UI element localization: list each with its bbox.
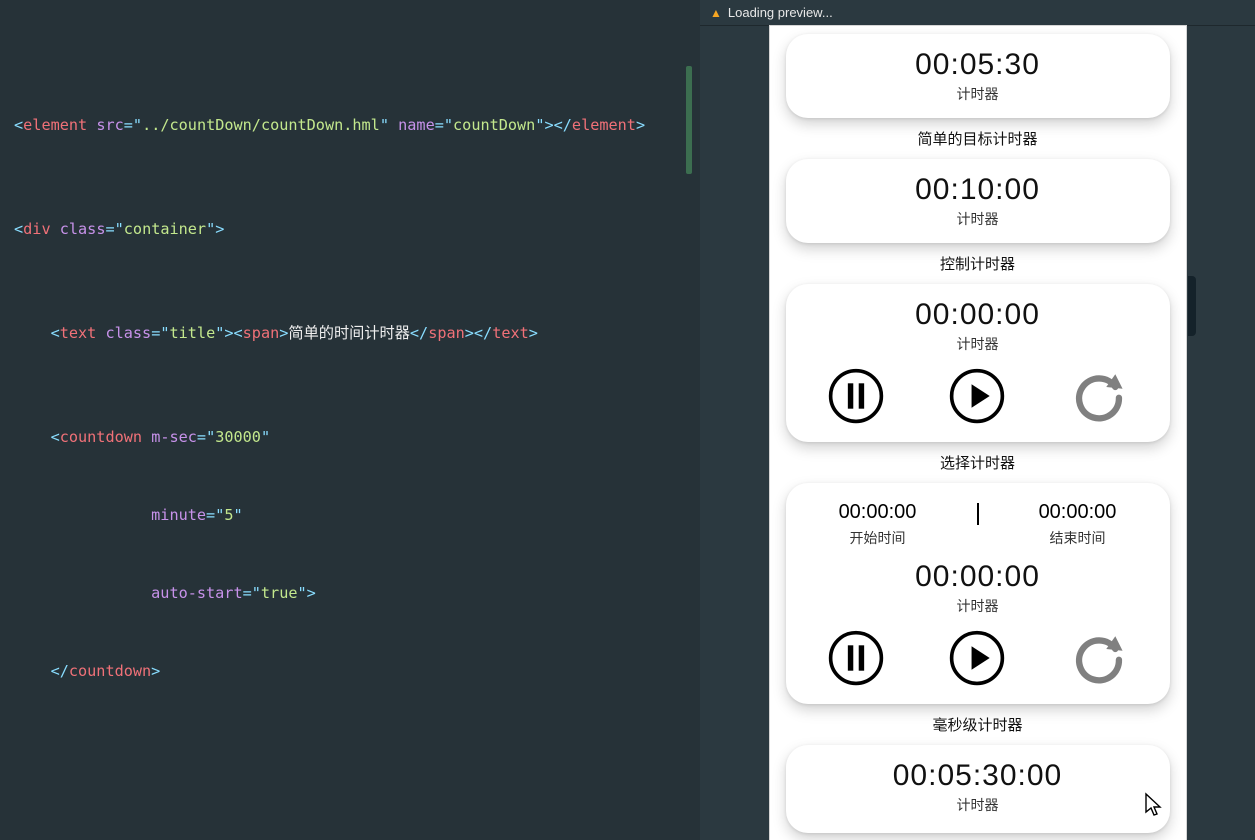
timer-label: 计时器 xyxy=(796,596,1160,616)
reset-button[interactable] xyxy=(1067,626,1131,690)
warning-icon: ▲ xyxy=(710,0,722,26)
code-line xyxy=(8,762,700,788)
section-title: 简单的目标计时器 xyxy=(786,128,1170,149)
code-line: <countdown m-sec="30000" xyxy=(8,424,700,450)
start-time-label: 开始时间 xyxy=(818,528,938,548)
code-line: <div class="container"> xyxy=(8,216,700,242)
preview-loading-text: Loading preview... xyxy=(728,0,833,26)
play-icon xyxy=(948,367,1006,425)
code-line: <text class="title"><span>简单的时间计时器</span… xyxy=(8,320,700,346)
start-time-picker[interactable]: 00:00:00 开始时间 xyxy=(818,501,938,548)
code-line: <element src="../countDown/countDown.hml… xyxy=(8,112,700,138)
play-button[interactable] xyxy=(945,626,1009,690)
preview-panel: ▲ Loading preview... 00:05:30 计时器 简单的目标计… xyxy=(700,0,1255,840)
timer-label: 计时器 xyxy=(796,795,1160,815)
reset-button[interactable] xyxy=(1067,364,1131,428)
timer-card-control: 00:00:00 计时器 xyxy=(786,284,1170,442)
start-time-value: 00:00:00 xyxy=(818,501,938,524)
pause-icon xyxy=(827,629,885,687)
section-title: 选择计时器 xyxy=(786,452,1170,473)
time-picker-separator xyxy=(977,503,979,525)
code-line: minute="5" xyxy=(8,502,700,528)
play-button[interactable] xyxy=(945,364,1009,428)
timer-card-millisecond: 00:05:30:00 计时器 xyxy=(786,745,1170,833)
timer-label: 计时器 xyxy=(796,334,1160,354)
play-icon xyxy=(948,629,1006,687)
section-title: 控制计时器 xyxy=(786,253,1170,274)
timer-card-target: 00:10:00 计时器 xyxy=(786,159,1170,243)
end-time-value: 00:00:00 xyxy=(1018,501,1138,524)
editor-change-marker xyxy=(686,66,692,174)
timer-value: 00:05:30 xyxy=(796,48,1160,82)
timer-label: 计时器 xyxy=(796,209,1160,229)
refresh-icon xyxy=(1070,367,1128,425)
timer-card-simple: 00:05:30 计时器 xyxy=(786,34,1170,118)
code-line: </countdown> xyxy=(8,658,700,684)
pause-icon xyxy=(827,367,885,425)
timer-value: 00:10:00 xyxy=(796,173,1160,207)
timer-value: 00:00:00 xyxy=(796,560,1160,594)
end-time-picker[interactable]: 00:00:00 结束时间 xyxy=(1018,501,1138,548)
timer-value: 00:05:30:00 xyxy=(796,759,1160,793)
device-preview: 00:05:30 计时器 简单的目标计时器 00:10:00 计时器 控制计时器… xyxy=(770,26,1186,840)
pause-button[interactable] xyxy=(824,364,888,428)
code-line: auto-start="true"> xyxy=(8,580,700,606)
timer-value: 00:00:00 xyxy=(796,298,1160,332)
refresh-icon xyxy=(1070,629,1128,687)
section-title: 毫秒级计时器 xyxy=(786,714,1170,735)
timer-card-select: 00:00:00 开始时间 00:00:00 结束时间 00:00:00 计时器 xyxy=(786,483,1170,704)
timer-label: 计时器 xyxy=(796,84,1160,104)
preview-header: ▲ Loading preview... xyxy=(700,0,1255,26)
end-time-label: 结束时间 xyxy=(1018,528,1138,548)
code-editor[interactable]: <element src="../countDown/countDown.hml… xyxy=(0,0,700,840)
pause-button[interactable] xyxy=(824,626,888,690)
